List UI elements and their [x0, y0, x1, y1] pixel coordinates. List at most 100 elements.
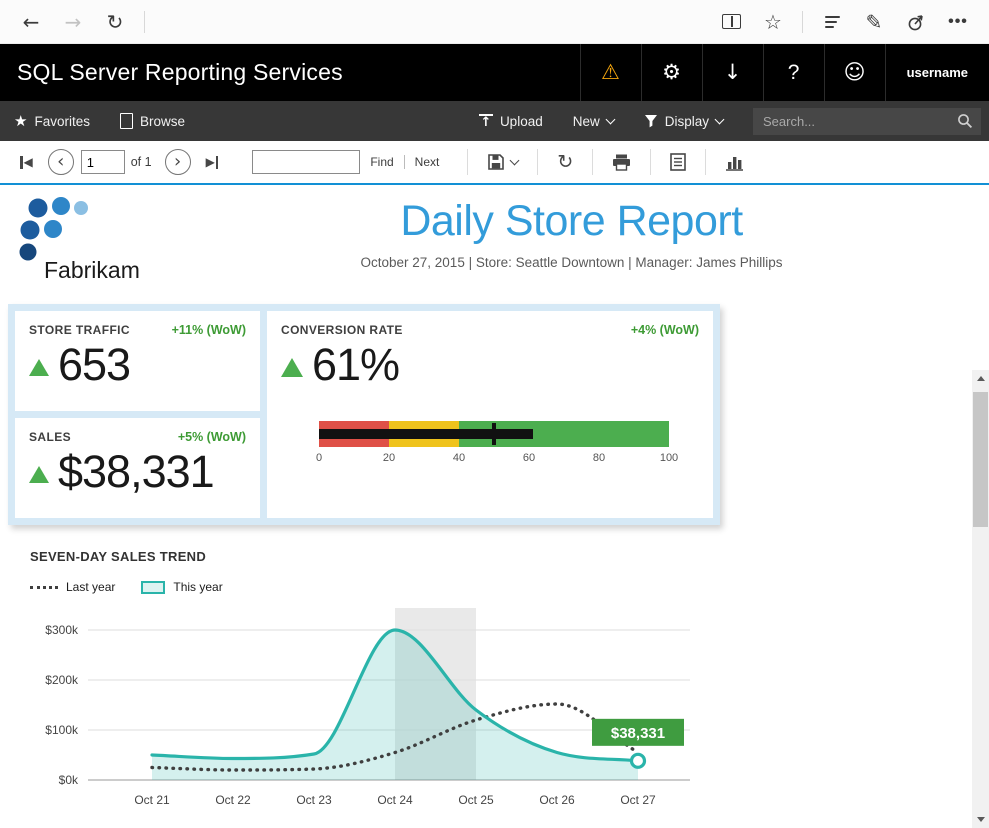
trend-legend: Last year This year — [30, 580, 989, 594]
favorites-tab[interactable]: ★ Favorites — [14, 112, 90, 130]
legend-label: This year — [173, 580, 222, 594]
refresh-icon: ↻ — [107, 12, 124, 32]
search-icon[interactable] — [957, 113, 973, 129]
bullet-axis: 020406080100 — [319, 452, 669, 470]
browse-icon — [120, 113, 133, 129]
find-next-button[interactable]: Next — [415, 155, 440, 169]
page-number-input[interactable] — [81, 150, 125, 174]
first-page-button[interactable]: ◀ — [12, 155, 41, 169]
reading-view-icon — [722, 14, 741, 29]
up-triangle-icon — [29, 466, 49, 483]
smiley-icon: ☺ — [844, 62, 866, 83]
svg-text:$200k: $200k — [45, 673, 79, 687]
document-icon — [670, 153, 686, 171]
chevron-right-icon: › — [174, 151, 181, 172]
toolbar-separator — [467, 149, 468, 175]
previous-page-button[interactable]: ‹ — [48, 149, 74, 175]
svg-text:Oct 26: Oct 26 — [539, 793, 575, 807]
toolbar-separator — [144, 11, 145, 33]
upload-button[interactable]: ↑ Upload — [479, 114, 543, 129]
scroll-up-button[interactable] — [972, 370, 989, 387]
chevron-down-icon — [605, 115, 615, 125]
settings-button[interactable]: ⚙ — [641, 44, 702, 101]
svg-text:$0k: $0k — [59, 773, 79, 787]
user-menu[interactable]: username — [885, 44, 989, 101]
legend-this-year[interactable]: This year — [141, 580, 222, 594]
hub-button[interactable] — [811, 4, 853, 40]
help-icon: ? — [788, 62, 800, 83]
feedback-button[interactable]: ☺ — [824, 44, 885, 101]
toolbar-separator — [650, 149, 651, 175]
sales-trend-chart: $0k$100k$200k$300kOct 21Oct 22Oct 23Oct … — [30, 600, 989, 828]
browser-forward-button[interactable]: → — [52, 4, 94, 40]
search-box — [753, 108, 981, 135]
bullet-target-tick — [492, 423, 496, 445]
find-input[interactable] — [252, 150, 360, 174]
display-menu[interactable]: Display — [644, 114, 723, 129]
refresh-report-button[interactable]: ↻ — [548, 146, 582, 178]
kpi-label: SALES — [29, 430, 71, 444]
toolbar-separator — [802, 11, 803, 33]
legend-last-year[interactable]: Last year — [30, 580, 115, 594]
kpi-delta: +4% (WoW) — [631, 323, 699, 337]
dotted-line-icon — [30, 586, 58, 589]
web-note-button[interactable]: ✎ — [853, 4, 895, 40]
next-page-button[interactable]: › — [165, 149, 191, 175]
report-subtitle: October 27, 2015 | Store: Seattle Downto… — [194, 255, 949, 270]
report-header: Fabrikam Daily Store Report October 27, … — [0, 185, 989, 290]
trend-section: SEVEN-DAY SALES TREND Last year This yea… — [30, 549, 989, 828]
report-canvas: Fabrikam Daily Store Report October 27, … — [0, 185, 989, 828]
reading-view-button[interactable] — [710, 4, 752, 40]
help-button[interactable]: ? — [763, 44, 824, 101]
last-page-icon — [216, 156, 219, 169]
browser-refresh-button[interactable]: ↻ — [94, 4, 136, 40]
browser-back-button[interactable]: ← — [10, 4, 52, 40]
find-button[interactable]: Find — [370, 155, 393, 169]
back-icon: ← — [23, 12, 40, 32]
chevron-left-icon: ‹ — [57, 151, 64, 172]
link-separator — [404, 155, 405, 169]
warning-icon: ⚠ — [601, 62, 620, 83]
download-button[interactable]: ↓ — [702, 44, 763, 101]
browser-toolbar: ← → ↻ ☆ ✎ ••• — [0, 0, 989, 44]
export-report-button[interactable] — [661, 146, 695, 178]
conversion-bullet-chart: 020406080100 — [319, 421, 669, 470]
alerts-button[interactable]: ⚠ — [580, 44, 641, 101]
kpi-value: 653 — [58, 342, 130, 387]
vertical-scrollbar[interactable] — [972, 370, 989, 828]
print-button[interactable] — [603, 146, 640, 178]
sales-trend-svg: $0k$100k$200k$300kOct 21Oct 22Oct 23Oct … — [30, 600, 706, 824]
page-count-label: of 1 — [131, 155, 152, 169]
browse-tab[interactable]: Browse — [120, 113, 185, 129]
last-page-button[interactable]: ▶ — [198, 155, 227, 169]
store-traffic-card: STORE TRAFFIC +11% (WoW) 653 — [15, 311, 260, 411]
funnel-icon — [644, 114, 658, 128]
scroll-up-icon — [977, 376, 985, 381]
kpi-panel: STORE TRAFFIC +11% (WoW) 653 SALES +5% (… — [8, 304, 720, 525]
add-favorite-button[interactable]: ☆ — [752, 4, 794, 40]
more-actions-button[interactable]: ••• — [937, 4, 979, 40]
svg-text:Oct 25: Oct 25 — [458, 793, 494, 807]
share-button[interactable] — [895, 4, 937, 40]
browse-label: Browse — [140, 114, 185, 129]
bullet-ranges — [319, 421, 669, 447]
svg-text:Oct 27: Oct 27 — [620, 793, 656, 807]
app-title: SQL Server Reporting Services — [0, 44, 580, 101]
new-menu[interactable]: New — [573, 114, 614, 129]
more-icon: ••• — [948, 13, 968, 31]
save-export-button[interactable] — [478, 146, 527, 178]
kpi-value: 61% — [312, 342, 399, 387]
legend-label: Last year — [66, 580, 115, 594]
scrollbar-thumb[interactable] — [973, 392, 988, 527]
app-header: SQL Server Reporting Services ⚠ ⚙ ↓ ? ☺ … — [0, 44, 989, 101]
scroll-down-icon[interactable] — [977, 817, 985, 822]
svg-text:Oct 21: Oct 21 — [134, 793, 170, 807]
bar-chart-icon — [725, 154, 744, 171]
toolbar-separator — [705, 149, 706, 175]
new-label: New — [573, 114, 600, 129]
search-input[interactable] — [761, 113, 957, 130]
display-label: Display — [665, 114, 709, 129]
chart-view-button[interactable] — [716, 146, 753, 178]
trend-title: SEVEN-DAY SALES TREND — [30, 549, 989, 564]
refresh-icon: ↻ — [557, 151, 573, 173]
